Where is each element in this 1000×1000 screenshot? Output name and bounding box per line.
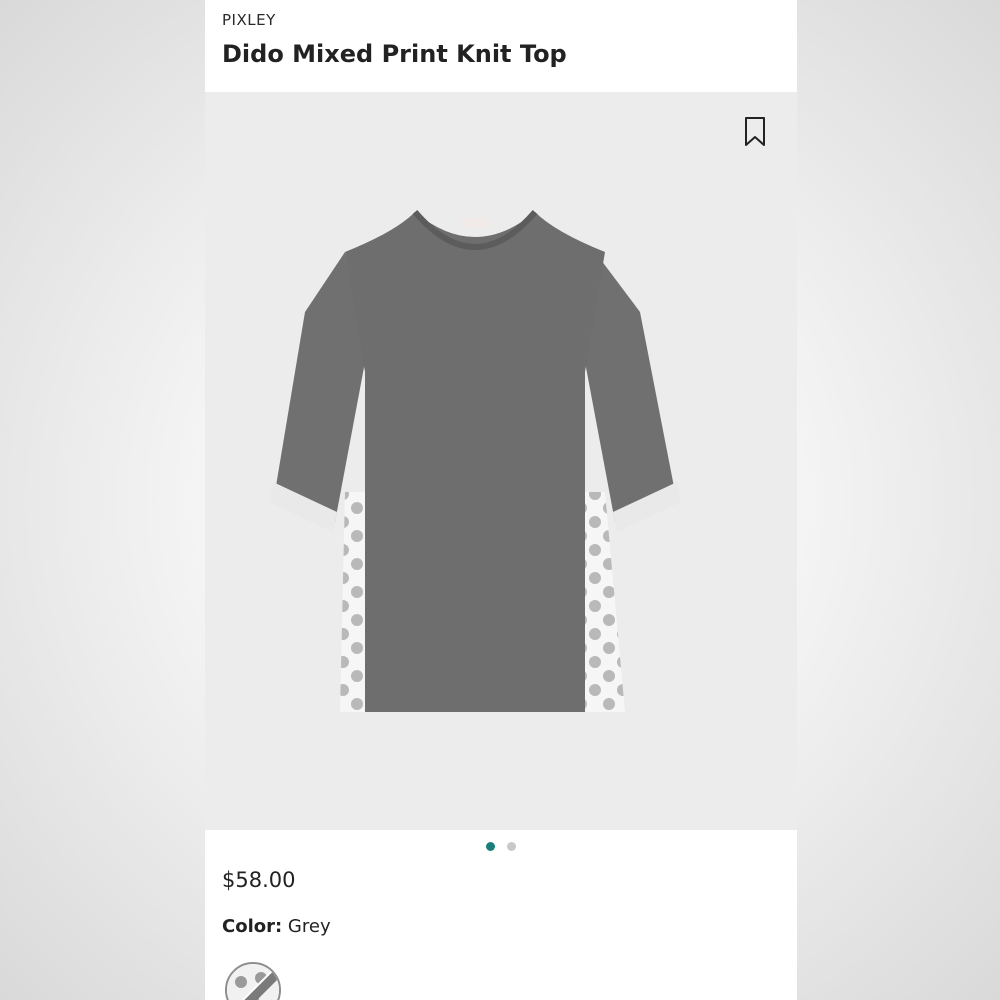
product-detail-screen: PIXLEY Dido Mixed Print Knit Top $58.00 …	[205, 0, 797, 1000]
color-swatch-grey[interactable]	[225, 962, 281, 1000]
bookmark-icon[interactable]	[743, 116, 767, 148]
product-image-carousel[interactable]	[205, 92, 797, 830]
product-image	[269, 210, 681, 712]
carousel-dot-1[interactable]	[486, 842, 495, 851]
brand-name: PIXLEY	[222, 11, 276, 29]
product-price: $58.00	[222, 868, 296, 892]
carousel-dot-2[interactable]	[507, 842, 516, 851]
product-title: Dido Mixed Print Knit Top	[222, 40, 567, 68]
color-value: Grey	[287, 916, 331, 937]
color-selection: Color: Grey	[222, 916, 331, 937]
color-label: Color:	[222, 916, 283, 937]
carousel-indicator	[205, 842, 797, 854]
